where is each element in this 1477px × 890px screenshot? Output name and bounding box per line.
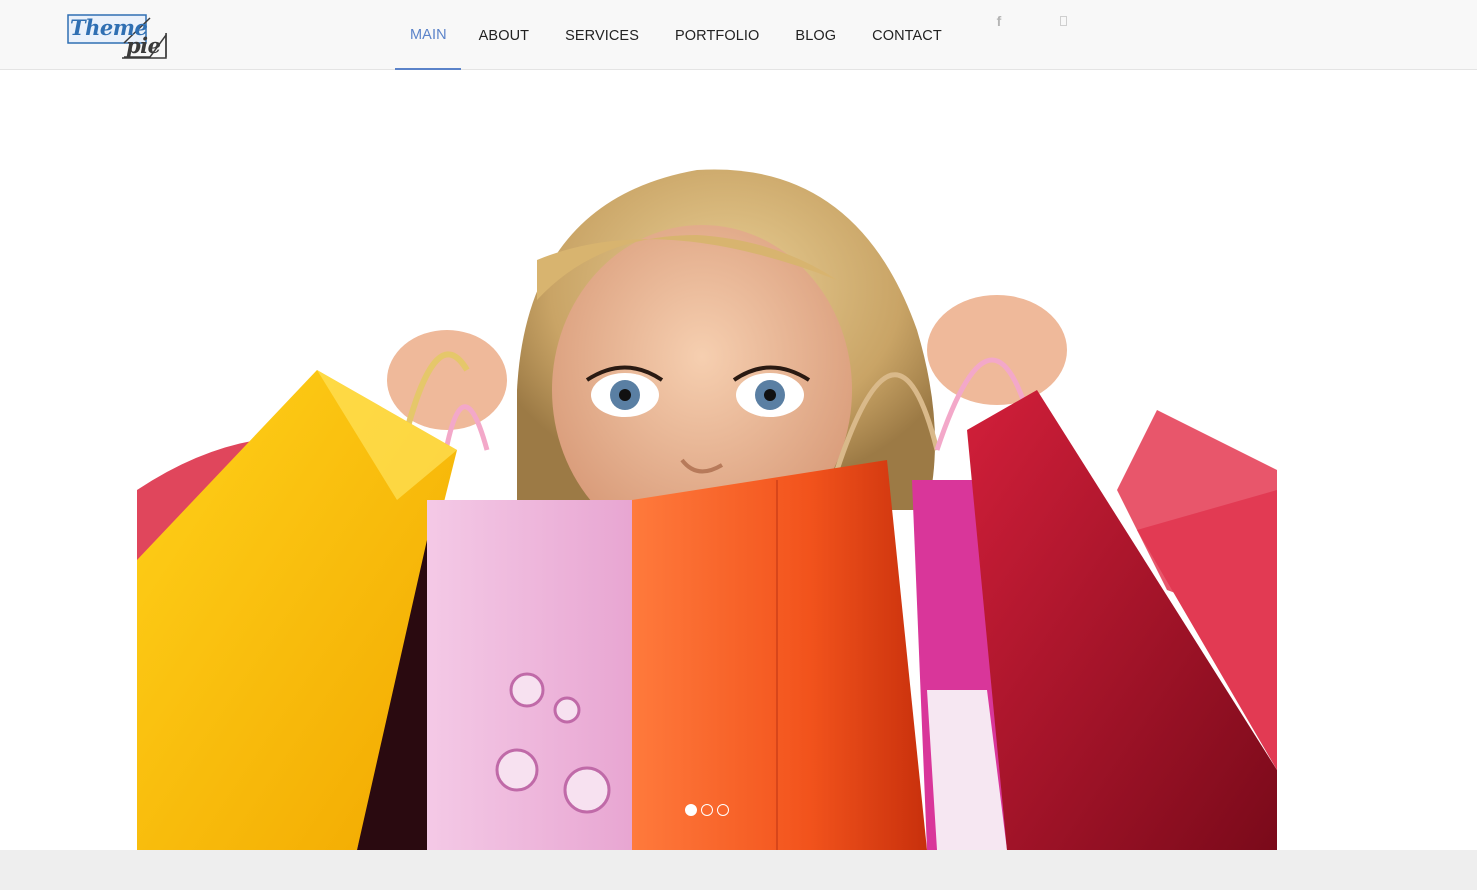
logo[interactable]: Theme pie xyxy=(66,13,168,61)
hero-slider xyxy=(137,70,1277,850)
nav-item-contact[interactable]: CONTACT xyxy=(854,0,960,70)
slider-dot-2[interactable] xyxy=(701,804,713,816)
missing-glyph-icon[interactable] xyxy=(1055,12,1071,30)
page-footer-band xyxy=(0,850,1477,890)
slider-dot-3[interactable] xyxy=(717,804,729,816)
missing-glyph-box xyxy=(1059,16,1067,26)
slider-pagination xyxy=(137,804,1277,816)
facebook-icon[interactable]: f xyxy=(991,12,1007,30)
nav-item-blog[interactable]: BLOG xyxy=(777,0,854,70)
nav-item-about[interactable]: ABOUT xyxy=(461,0,547,70)
nav-item-main[interactable]: MAIN xyxy=(395,0,461,70)
site-header: Theme pie MAIN ABOUT SERVICES PORTFOLIO … xyxy=(0,0,1477,70)
main-nav: MAIN ABOUT SERVICES PORTFOLIO BLOG CONTA… xyxy=(395,0,960,70)
nav-item-services[interactable]: SERVICES xyxy=(547,0,657,70)
slider-dot-1[interactable] xyxy=(685,804,697,816)
hero-image-woman-shopping-bags xyxy=(137,70,1277,850)
logo-text-pie: pie xyxy=(126,33,161,58)
nav-item-portfolio[interactable]: PORTFOLIO xyxy=(657,0,777,70)
